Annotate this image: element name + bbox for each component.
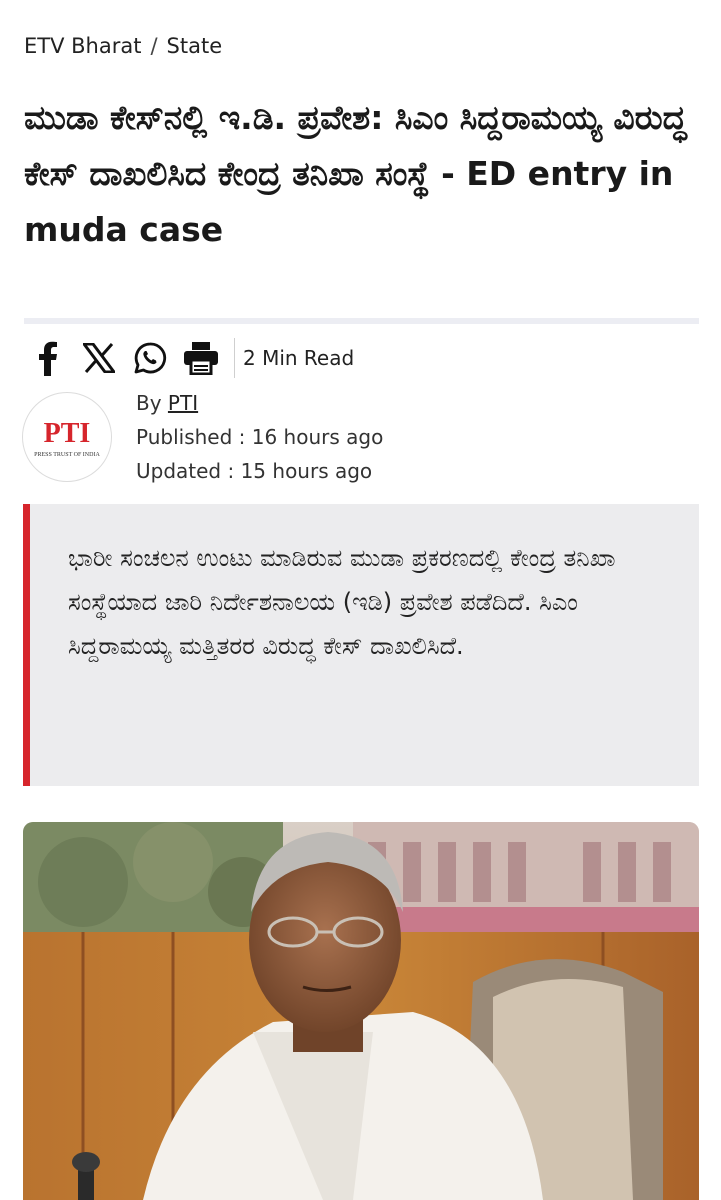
- pti-logo-mark: PTI PRESS TRUST OF INDIA: [34, 418, 100, 458]
- breadcrumb-site-link[interactable]: ETV Bharat: [24, 34, 141, 58]
- facebook-share-button[interactable]: [24, 334, 72, 382]
- pti-logo-tagline: PRESS TRUST OF INDIA: [34, 452, 100, 458]
- share-separator: [234, 338, 235, 378]
- breadcrumb-separator: /: [150, 34, 158, 58]
- pti-logo: PTI PRESS TRUST OF INDIA: [22, 392, 112, 482]
- whatsapp-icon: [134, 342, 167, 374]
- whatsapp-share-button[interactable]: [126, 334, 174, 382]
- byline: PTI PRESS TRUST OF INDIA By PTI Publishe…: [22, 391, 383, 488]
- summary-text: ಭಾರೀ ಸಂಚಲನ ಉಂಟು ಮಾಡಿರುವ ಮುಡಾ ಪ್ರಕರಣದಲ್ಲಿ…: [68, 544, 616, 660]
- print-button[interactable]: [177, 334, 225, 382]
- pti-logo-text: PTI: [44, 418, 91, 449]
- article-title: ಮುಡಾ ಕೇಸ್‌ನಲ್ಲಿ ಇ.ಡಿ. ಪ್ರವೇಶ: ಸಿಎಂ ಸಿದ್ದ…: [24, 98, 687, 249]
- updated-time: Updated : 15 hours ago: [136, 459, 373, 483]
- author-line: By PTI: [136, 386, 383, 420]
- author-link[interactable]: PTI: [168, 391, 198, 415]
- share-bar: 2 Min Read: [24, 334, 354, 382]
- article-meta: By PTI Published : 16 hours ago Updated …: [136, 386, 383, 488]
- article-photo[interactable]: [23, 822, 699, 1200]
- article-summary: ಭಾರೀ ಸಂಚಲನ ಉಂಟು ಮಾಡಿರುವ ಮುಡಾ ಪ್ರಕರಣದಲ್ಲಿ…: [23, 504, 699, 786]
- x-icon: [83, 343, 115, 373]
- x-share-button[interactable]: [75, 334, 123, 382]
- breadcrumb: ETV Bharat / State: [24, 34, 222, 58]
- print-icon: [184, 342, 218, 375]
- published-time: Published : 16 hours ago: [136, 425, 384, 449]
- title-divider: [24, 318, 699, 324]
- read-time: 2 Min Read: [243, 346, 355, 370]
- facebook-icon: [39, 341, 57, 376]
- breadcrumb-section-link[interactable]: State: [167, 34, 223, 58]
- by-label: By: [136, 391, 162, 415]
- article-photo-image: [23, 822, 699, 1200]
